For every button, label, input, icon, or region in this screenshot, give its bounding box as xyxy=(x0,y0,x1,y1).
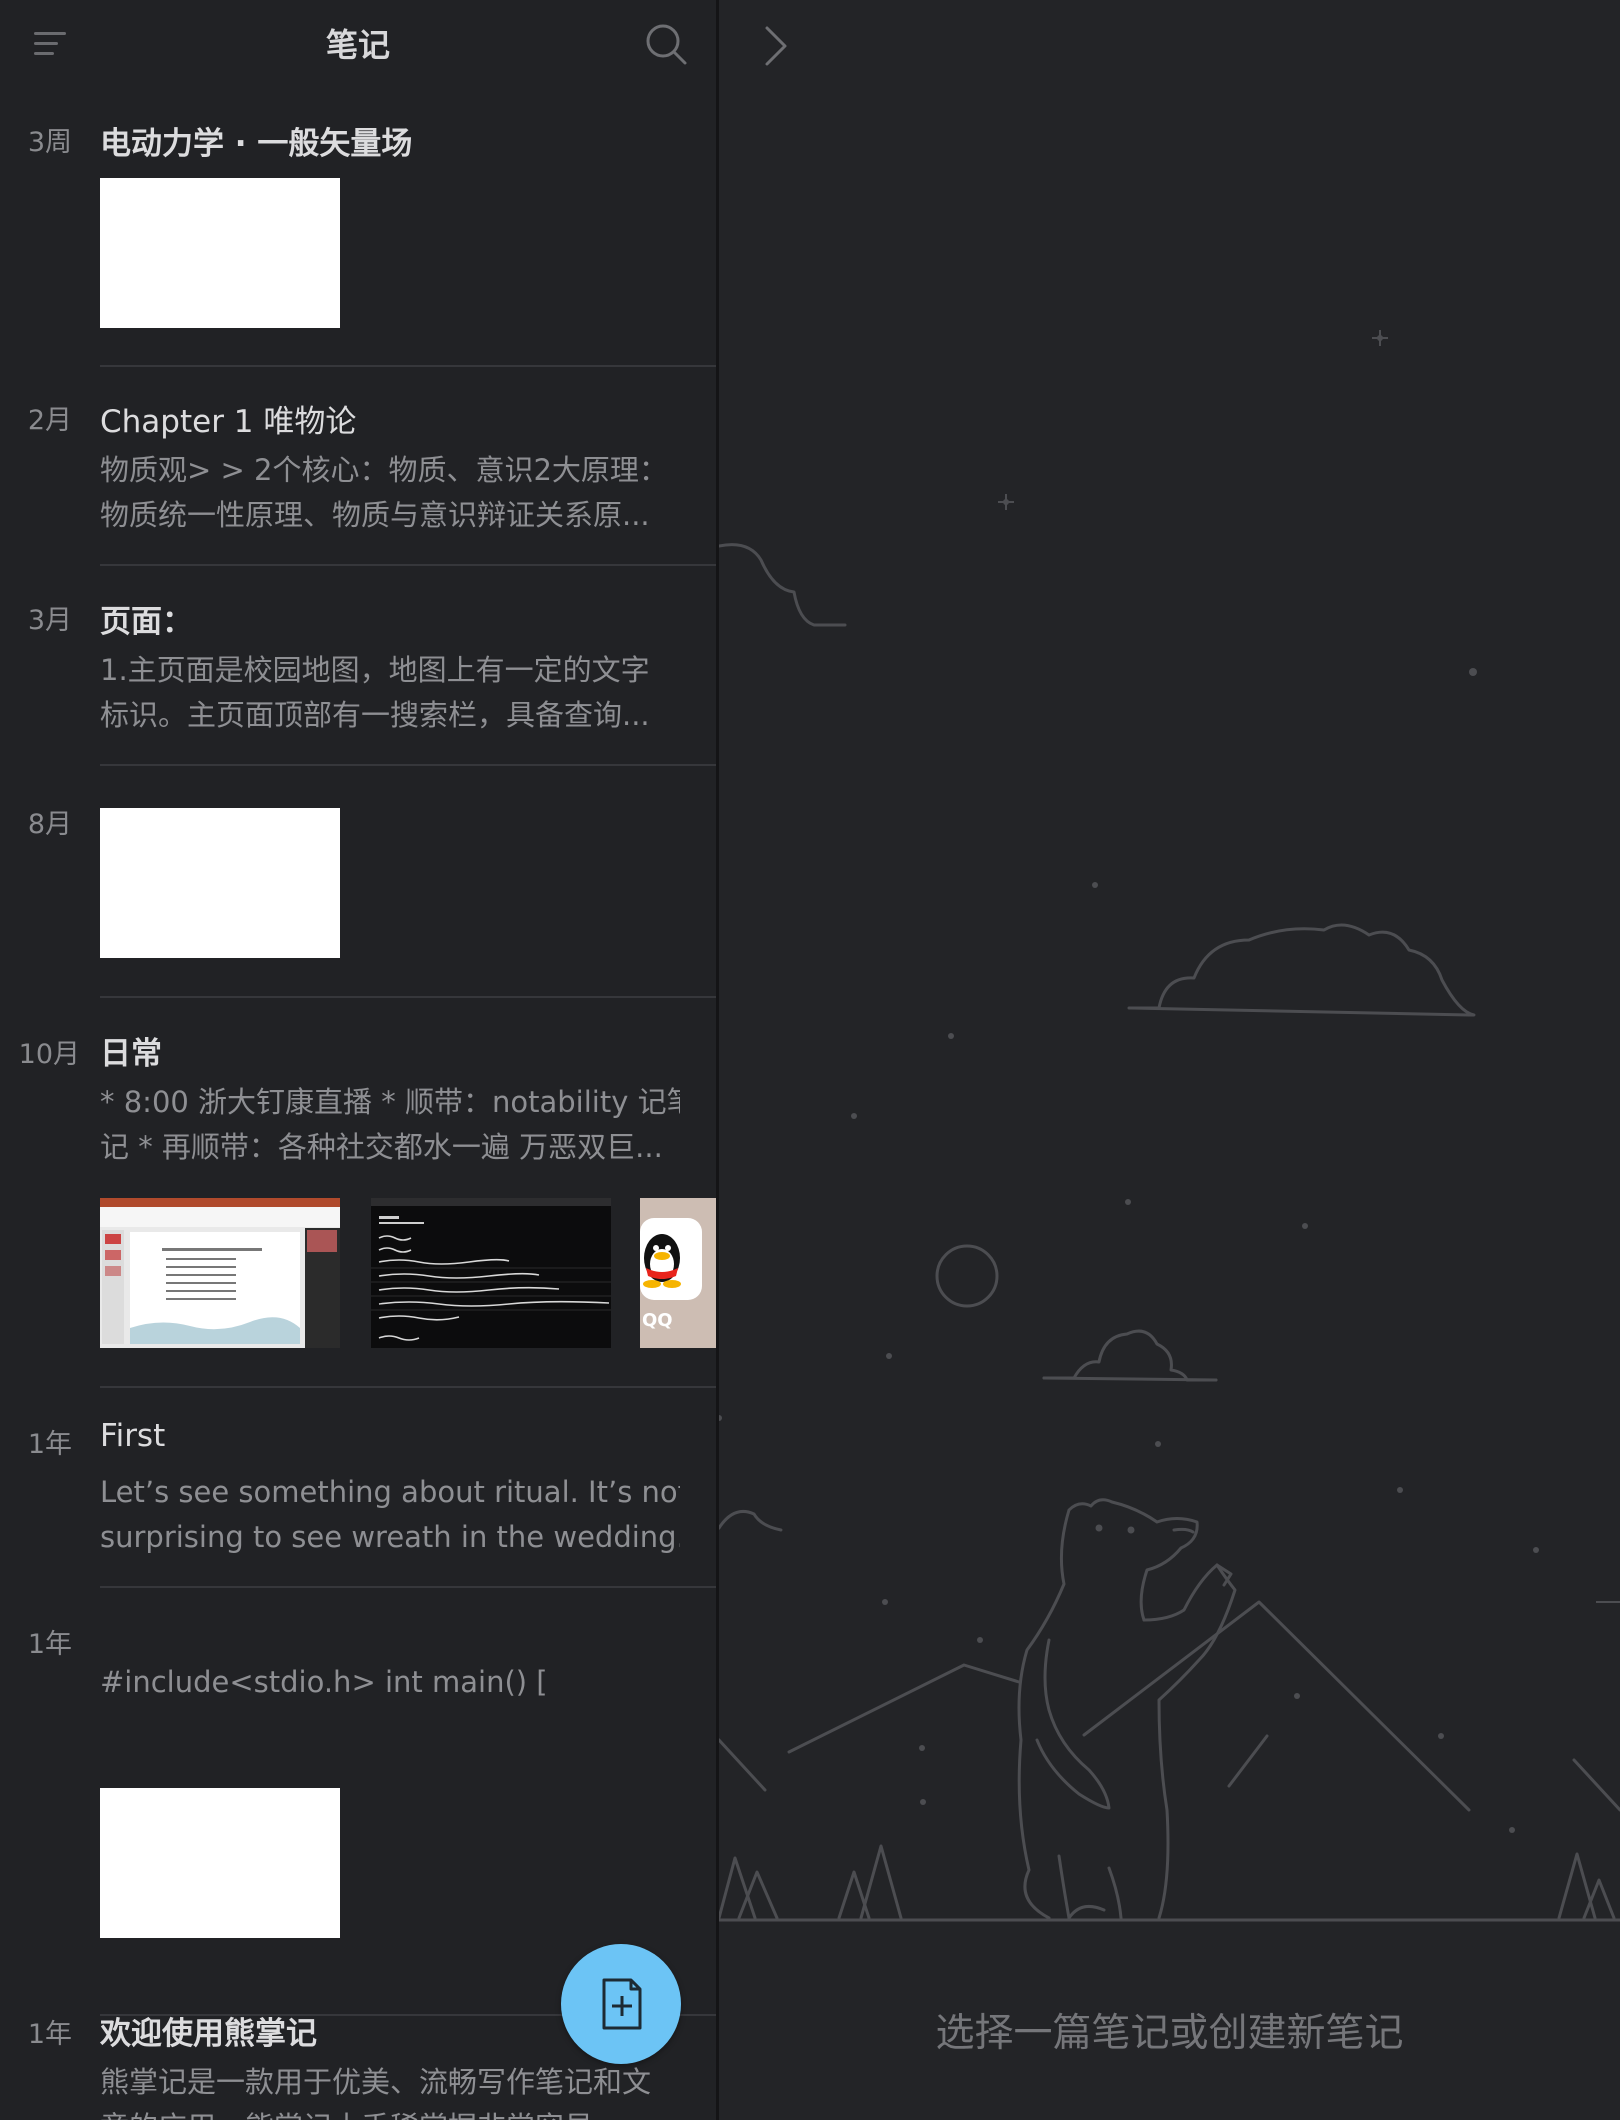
note-thumbnail xyxy=(100,1788,340,1938)
divider xyxy=(100,996,716,998)
new-note-icon xyxy=(602,1978,642,2030)
empty-state-message: 选择一篇笔记或创建新笔记 xyxy=(935,2011,1404,2056)
note-date: 1年 xyxy=(27,1629,72,1660)
note-date: 1年 xyxy=(27,1429,72,1460)
note-item[interactable]: 3周 电动力学 · 一般矢量场 xyxy=(0,118,716,368)
note-date: 1年 xyxy=(27,2019,72,2050)
note-title: 日常 xyxy=(100,1036,162,1072)
page-title: 笔记 xyxy=(325,26,390,64)
note-title: 电动力学 · 一般矢量场 xyxy=(100,126,413,162)
app-label: QQ xyxy=(642,1310,673,1331)
note-thumbnail xyxy=(100,178,340,328)
note-item[interactable]: 3月 页面： 1.主页面是校园地图，地图上有一定的文字 标识。主页面顶部有一搜索… xyxy=(0,596,716,766)
note-date: 3周 xyxy=(27,127,72,158)
note-title: First xyxy=(100,1418,166,1454)
note-date: 10月 xyxy=(18,1039,80,1070)
note-excerpt: #include<stdio.h> int main() [ xyxy=(100,1665,548,1699)
empty-state-illustration xyxy=(719,330,1620,1922)
divider xyxy=(100,365,716,367)
divider xyxy=(100,764,716,766)
notes-list-panel: 笔记 3周 电动力学 · 一般矢量场 2月 Chapter 1 唯物论 物质观>… xyxy=(0,0,716,2120)
note-title: 页面： xyxy=(100,604,193,640)
note-excerpt: 物质观> > 2个核心：物质、意识2大原理： 物质统一性原理、物质与意识辩证关系… xyxy=(100,453,668,532)
note-thumbnail xyxy=(100,808,340,958)
note-excerpt: * 8:00 浙大钉康直播 * 顺带：notability 记笔 记 * 再顺带… xyxy=(100,1085,680,1164)
divider xyxy=(100,1586,716,1588)
search-icon[interactable] xyxy=(644,22,688,66)
note-item[interactable]: 10月 日常 * 8:00 浙大钉康直播 * 顺带：notability 记笔 … xyxy=(0,1028,716,1388)
note-date: 3月 xyxy=(27,605,72,636)
list-header: 笔记 xyxy=(0,0,716,88)
note-thumbnail: QQ xyxy=(640,1198,716,1348)
divider xyxy=(100,564,716,566)
note-date: 8月 xyxy=(27,809,72,840)
new-note-button[interactable] xyxy=(561,1944,681,2064)
note-item[interactable]: 8月 xyxy=(0,800,716,1000)
note-excerpt: Let’s see something about ritual. It’s n… xyxy=(100,1475,680,1554)
note-thumbnail xyxy=(100,1198,340,1348)
note-excerpt: 熊掌记是一款用于优美、流畅写作笔记和文 章的应用。熊掌记十手稀掌握非常容易 xyxy=(100,2065,652,2120)
note-item[interactable]: 2月 Chapter 1 唯物论 物质观> > 2个核心：物质、意识2大原理： … xyxy=(0,396,716,566)
qq-app-icon xyxy=(640,1218,702,1300)
note-item[interactable]: 1年 First Let’s see something about ritua… xyxy=(0,1418,716,1588)
detail-panel: 选择一篇笔记或创建新笔记 xyxy=(719,0,1620,2120)
note-title: 欢迎使用熊掌记 xyxy=(100,2016,317,2052)
divider xyxy=(100,1386,716,1388)
note-thumbnail xyxy=(371,1198,611,1348)
note-date: 2月 xyxy=(27,405,72,436)
note-excerpt: 1.主页面是校园地图，地图上有一定的文字 标识。主页面顶部有一搜索栏，具备查询.… xyxy=(100,653,650,732)
note-title: Chapter 1 唯物论 xyxy=(100,404,357,440)
